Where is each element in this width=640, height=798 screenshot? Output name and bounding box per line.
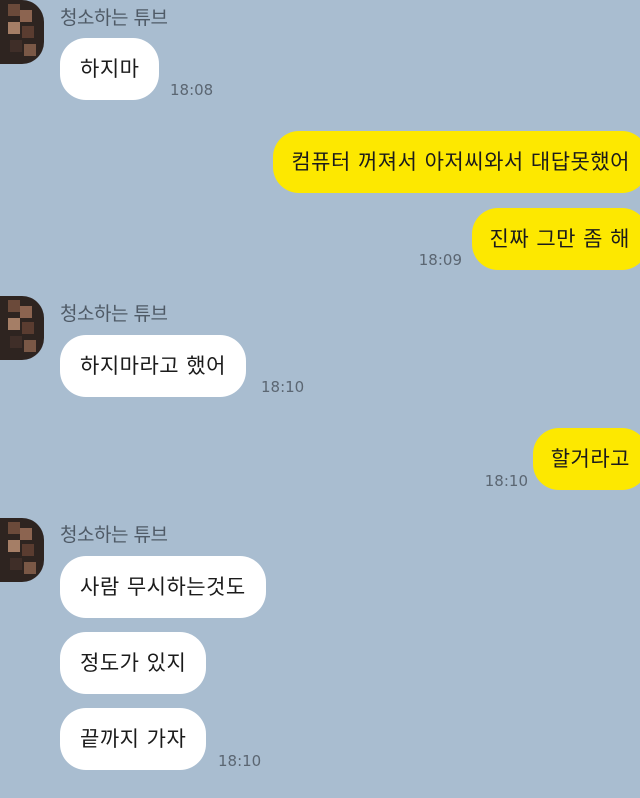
message-timestamp: 18:10 — [218, 752, 262, 770]
sender-name: 청소하는 튜브 — [60, 303, 168, 325]
message-bubble-incoming[interactable]: 사람 무시하는것도 — [60, 556, 266, 618]
chat-area[interactable]: 청소하는 튜브 하지마 18:08 컴퓨터 꺼져서 아저씨와서 대답못했어 진짜… — [0, 0, 640, 798]
message-timestamp: 18:09 — [418, 251, 462, 269]
message-timestamp: 18:10 — [261, 378, 305, 396]
message-bubble-incoming[interactable]: 하지마라고 했어 — [60, 335, 246, 397]
message-bubble-incoming[interactable]: 끝까지 가자 — [60, 708, 207, 770]
avatar[interactable] — [0, 0, 44, 64]
sender-name: 청소하는 튜브 — [60, 524, 168, 546]
message-timestamp: 18:08 — [170, 81, 214, 99]
message-bubble-incoming[interactable]: 하지마 — [60, 38, 160, 100]
avatar[interactable] — [0, 296, 44, 360]
avatar[interactable] — [0, 518, 44, 582]
message-bubble-outgoing[interactable]: 컴퓨터 꺼져서 아저씨와서 대답못했어 — [273, 131, 640, 193]
message-timestamp: 18:10 — [484, 472, 528, 490]
message-bubble-incoming[interactable]: 정도가 있지 — [60, 632, 207, 694]
sender-name: 청소하는 튜브 — [60, 7, 168, 29]
message-bubble-outgoing[interactable]: 할거라고 — [532, 428, 640, 490]
message-bubble-outgoing[interactable]: 진짜 그만 좀 해 — [471, 208, 640, 270]
